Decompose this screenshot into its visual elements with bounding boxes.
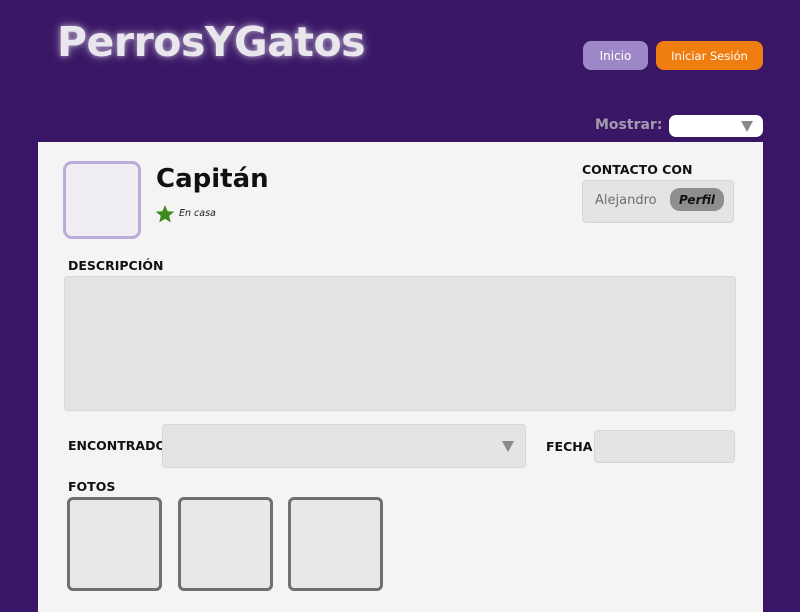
photos-label: FOTOS: [68, 479, 116, 494]
contact-name: Alejandro: [595, 193, 657, 208]
found-dropdown[interactable]: [162, 424, 526, 468]
star-icon: [155, 205, 175, 223]
description-label: DESCRIPCIÓN: [68, 258, 164, 273]
date-label: FECHA: [546, 439, 593, 454]
photo-slot[interactable]: [178, 497, 273, 591]
dropdown-arrow-icon: [741, 121, 753, 132]
pet-detail-card: Capitán En casa CONTACTO CON Alejandro P…: [38, 142, 763, 612]
pet-status: En casa: [179, 208, 216, 219]
photo-slot[interactable]: [288, 497, 383, 591]
pet-avatar: [63, 161, 141, 239]
site-logo[interactable]: PerrosYGatos: [57, 22, 366, 63]
contact-title: CONTACTO CON: [582, 162, 693, 177]
pet-name: Capitán: [156, 164, 269, 194]
login-button[interactable]: Iniciar Sesión: [656, 41, 763, 70]
description-field[interactable]: [64, 276, 736, 411]
contact-box: Alejandro Perfil: [582, 180, 734, 223]
date-field[interactable]: [594, 430, 735, 463]
filter-dropdown[interactable]: [669, 115, 763, 137]
dropdown-arrow-icon: [502, 441, 514, 452]
photo-slot[interactable]: [67, 497, 162, 591]
found-label: ENCONTRADO: [68, 438, 167, 453]
filter-label: Mostrar:: [595, 117, 663, 133]
profile-button[interactable]: Perfil: [670, 188, 724, 211]
inicio-button[interactable]: Inicio: [583, 41, 648, 70]
